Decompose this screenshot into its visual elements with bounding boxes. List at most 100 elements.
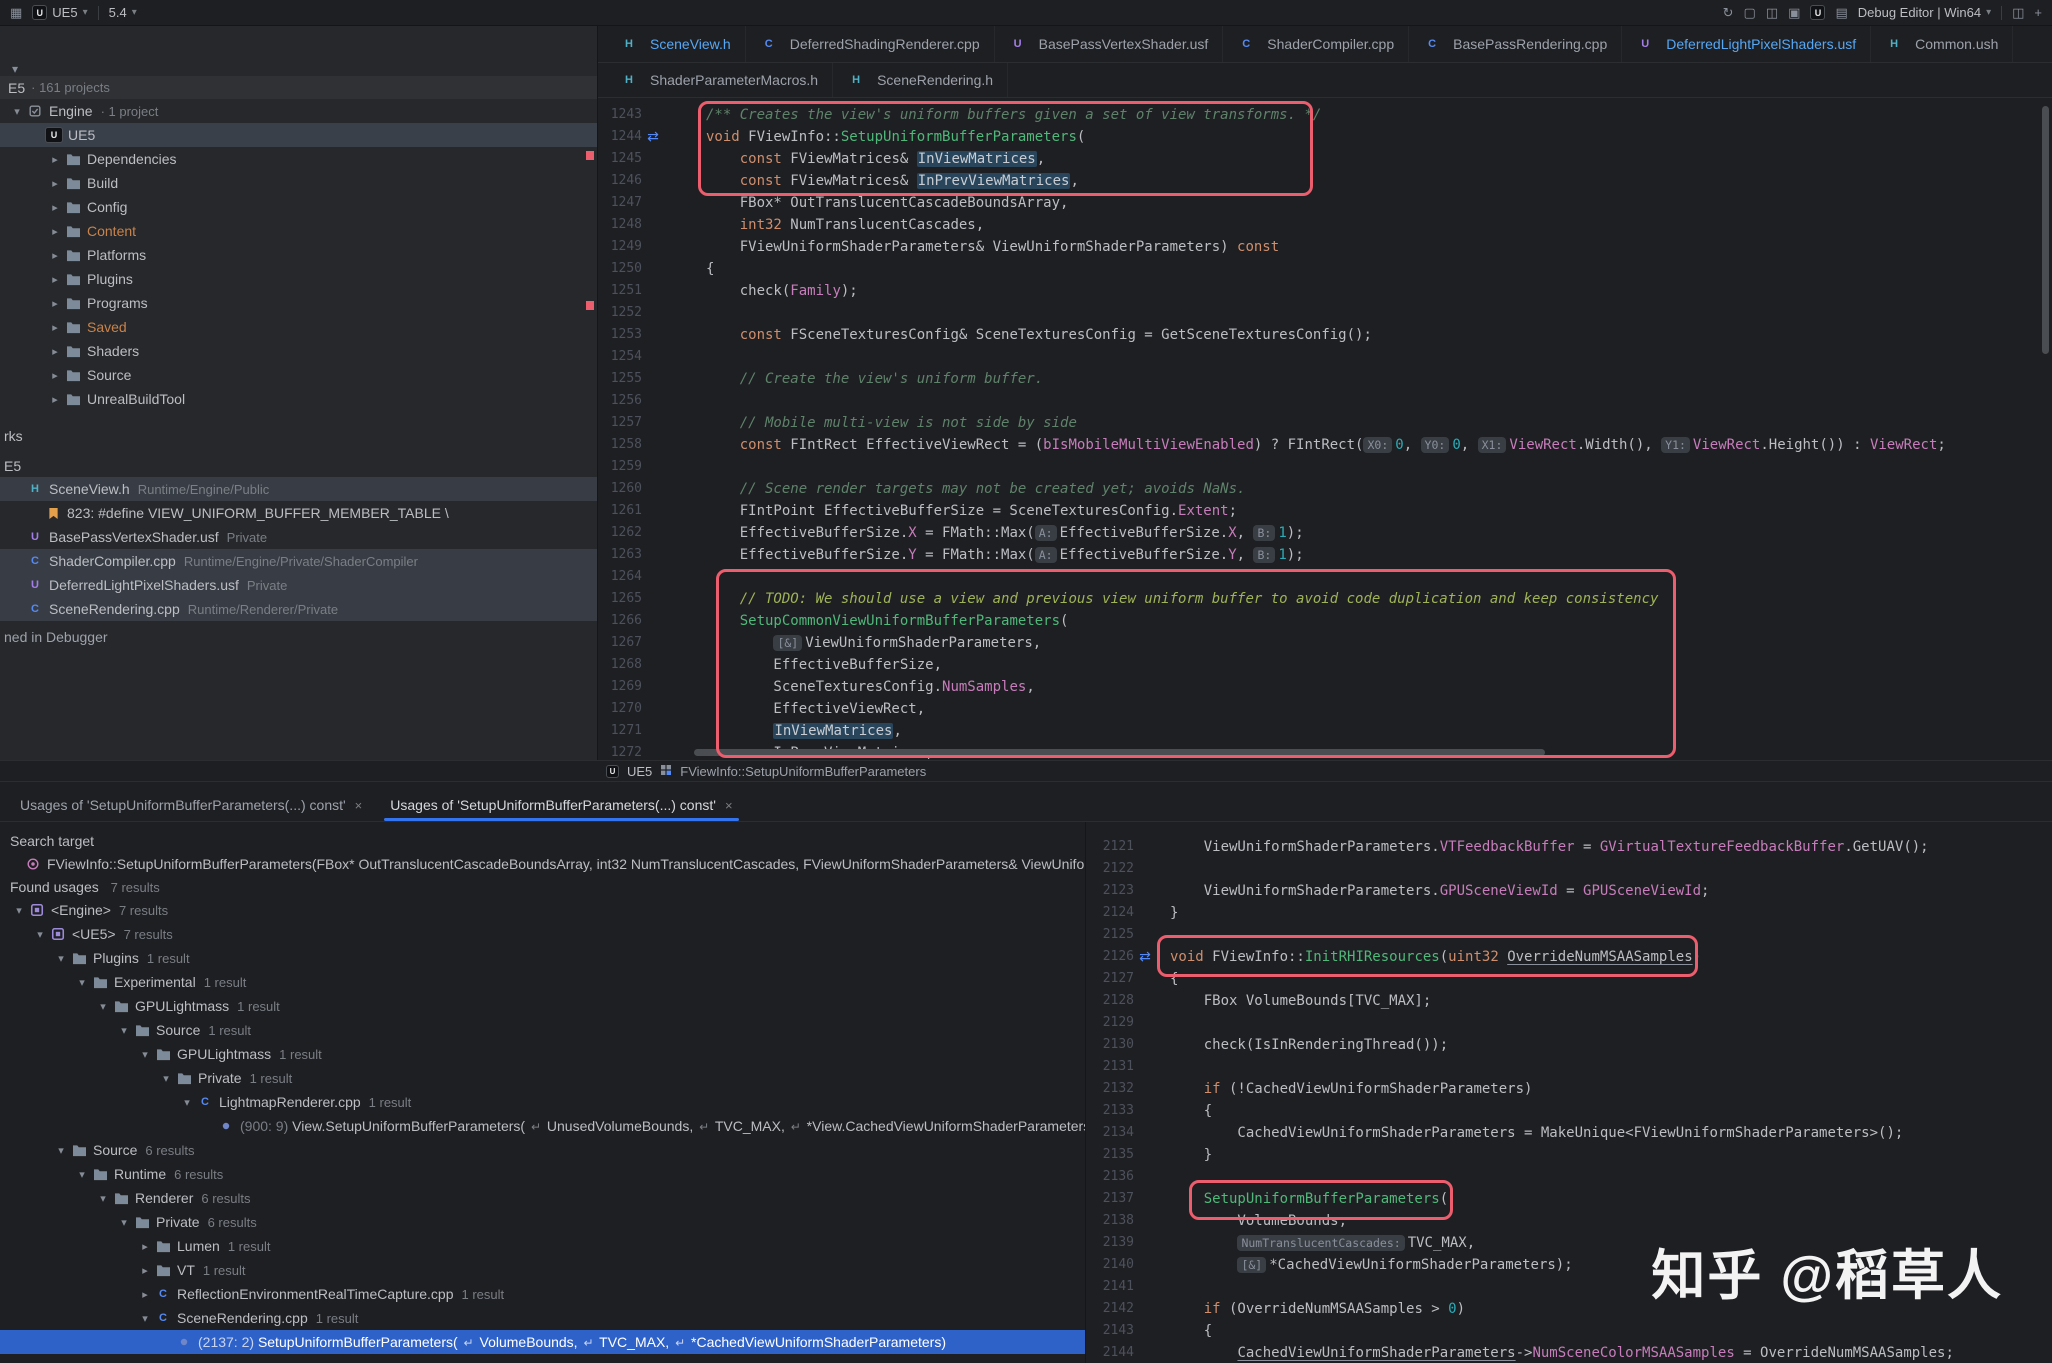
line-number[interactable]: 2125	[1100, 924, 1134, 946]
chevron-icon[interactable]: ▾	[136, 1312, 154, 1325]
search-target-signature[interactable]: FViewInfo::SetupUniformBufferParameters(…	[0, 852, 1085, 876]
line-number[interactable]: 2122	[1100, 858, 1134, 880]
code-line[interactable]: 2123 ViewUniformShaderParameters.GPUScen…	[1100, 880, 2052, 902]
project-tree-row[interactable]: ▸Shaders	[0, 339, 597, 363]
line-number[interactable]: 2140	[1100, 1254, 1134, 1276]
chevron-icon[interactable]: ▾	[157, 1072, 175, 1085]
editor-tab[interactable]: CBasePassRendering.cpp	[1409, 26, 1622, 62]
vertical-scrollbar[interactable]	[2042, 106, 2049, 354]
chevron-icon[interactable]: ▾	[31, 928, 49, 941]
usage-tree-row[interactable]: (900: 9) View.SetupUniformBufferParamete…	[0, 1114, 1085, 1138]
breadcrumb-symbol[interactable]: FViewInfo::SetupUniformBufferParameters	[680, 764, 926, 779]
code-line[interactable]: 1255 // Create the view's uniform buffer…	[598, 368, 2052, 390]
usage-tree-row[interactable]: ▸CReflectionEnvironmentRealTimeCapture.c…	[0, 1282, 1085, 1306]
chevron-icon[interactable]: ▾	[52, 1144, 70, 1157]
code-line[interactable]: 2136	[1100, 1166, 2052, 1188]
code-line[interactable]: 1261 FIntPoint EffectiveBufferSize = Sce…	[598, 500, 2052, 522]
code-line[interactable]: 1260 // Scene render targets may not be …	[598, 478, 2052, 500]
line-number[interactable]: 1272	[598, 742, 642, 760]
run-configuration-selector[interactable]: Debug Editor | Win64 ▾	[1858, 5, 1991, 20]
code-line[interactable]: 2122	[1100, 858, 2052, 880]
window-menu-icon[interactable]: ▦	[10, 5, 22, 21]
line-number[interactable]: 1265	[598, 588, 642, 610]
line-number[interactable]: 1259	[598, 456, 642, 478]
line-number[interactable]: 1253	[598, 324, 642, 346]
line-number[interactable]: 1249	[598, 236, 642, 258]
line-number[interactable]: 1256	[598, 390, 642, 412]
bottom-panel-tab[interactable]: Usages of 'SetupUniformBufferParameters(…	[378, 789, 744, 821]
line-number[interactable]: 1263	[598, 544, 642, 566]
code-line[interactable]: 1270 EffectiveViewRect,	[598, 698, 2052, 720]
project-tree-row[interactable]: ▸Build	[0, 171, 597, 195]
code-line[interactable]: 2127{	[1100, 968, 2052, 990]
usage-tree-row[interactable]: ▾GPULightmass1 result	[0, 994, 1085, 1018]
usage-tree-row[interactable]: ▾Renderer6 results	[0, 1186, 1085, 1210]
chevron-icon[interactable]: ▾	[94, 1192, 112, 1205]
chevron-icon[interactable]: ▸	[46, 225, 64, 238]
usage-tree-row[interactable]: (2137: 2) SetupUniformBufferParameters( …	[0, 1330, 1085, 1354]
code-line[interactable]: 1250{	[598, 258, 2052, 280]
code-line[interactable]: 1243/** Creates the view's uniform buffe…	[598, 104, 2052, 126]
line-number[interactable]: 1258	[598, 434, 642, 456]
project-tree-row[interactable]: ▸Dependencies	[0, 147, 597, 171]
code-line[interactable]: 1244⇄void FViewInfo::SetupUniformBufferP…	[598, 126, 2052, 148]
editor-tab[interactable]: UBasePassVertexShader.usf	[995, 26, 1224, 62]
project-tree-row[interactable]: ▸Saved	[0, 315, 597, 339]
usage-tree-row[interactable]: ▸Lumen1 result	[0, 1234, 1085, 1258]
chevron-icon[interactable]: ▸	[136, 1240, 154, 1253]
code-line[interactable]: 1247 FBox* OutTranslucentCascadeBoundsAr…	[598, 192, 2052, 214]
bookmark-row[interactable]: 823: #define VIEW_UNIFORM_BUFFER_MEMBER_…	[0, 501, 597, 525]
bookmark-row[interactable]: UDeferredLightPixelShaders.usfPrivate	[0, 573, 597, 597]
line-number[interactable]: 1248	[598, 214, 642, 236]
code-line[interactable]: 2121 ViewUniformShaderParameters.VTFeedb…	[1100, 836, 2052, 858]
line-number[interactable]: 1251	[598, 280, 642, 302]
editor-tab[interactable]: HCommon.ush	[1871, 26, 2013, 62]
line-number[interactable]: 2137	[1100, 1188, 1134, 1210]
line-number[interactable]: 1261	[598, 500, 642, 522]
line-number[interactable]: 1252	[598, 302, 642, 324]
editor-tab[interactable]: HShaderParameterMacros.h	[606, 63, 833, 97]
usage-tree-row[interactable]: ▾<Engine>7 results	[0, 898, 1085, 922]
code-line[interactable]: 2129	[1100, 1012, 2052, 1034]
chevron-icon[interactable]: ▾	[8, 105, 26, 118]
chevron-icon[interactable]: ▸	[46, 369, 64, 382]
code-line[interactable]: 1256	[598, 390, 2052, 412]
line-number[interactable]: 1262	[598, 522, 642, 544]
code-line[interactable]: 1268 EffectiveBufferSize,	[598, 654, 2052, 676]
code-line[interactable]: 2137 SetupUniformBufferParameters(	[1100, 1188, 2052, 1210]
project-tree-row[interactable]: ▸Content	[0, 219, 597, 243]
project-tree-row[interactable]: ▸Plugins	[0, 267, 597, 291]
chevron-icon[interactable]: ▸	[46, 177, 64, 190]
window-layout-icon[interactable]: ▢	[1744, 5, 1756, 21]
project-tree-row[interactable]: ▸Config	[0, 195, 597, 219]
chevron-icon[interactable]: ▸	[46, 153, 64, 166]
code-line[interactable]: 1265 // TODO: We should use a view and p…	[598, 588, 2052, 610]
usage-tree-row[interactable]: ▾CSceneRendering.cpp1 result	[0, 1306, 1085, 1330]
usage-tree-row[interactable]: ▾<UE5>7 results	[0, 922, 1085, 946]
line-number[interactable]: 2126	[1100, 946, 1134, 968]
line-number[interactable]: 2127	[1100, 968, 1134, 990]
usage-tree-row[interactable]: ▾Experimental1 result	[0, 970, 1085, 994]
line-number[interactable]: 2133	[1100, 1100, 1134, 1122]
code-line[interactable]: 2143 {	[1100, 1320, 2052, 1342]
line-number[interactable]: 1266	[598, 610, 642, 632]
line-number[interactable]: 2135	[1100, 1144, 1134, 1166]
bookmarks-group-label[interactable]: E5	[0, 455, 597, 477]
line-number[interactable]: 2131	[1100, 1056, 1134, 1078]
usage-tree-row[interactable]: ▾Runtime6 results	[0, 1162, 1085, 1186]
editor-tab[interactable]: CDeferredShadingRenderer.cpp	[746, 26, 995, 62]
usage-tree-row[interactable]: ▾Plugins1 result	[0, 946, 1085, 970]
chevron-icon[interactable]: ▸	[46, 321, 64, 334]
breadcrumb-module[interactable]: UE5	[627, 764, 652, 779]
line-number[interactable]: 2138	[1100, 1210, 1134, 1232]
unreal-link-icon[interactable]: U	[1810, 5, 1825, 20]
usage-tree-row[interactable]: ▾Source1 result	[0, 1018, 1085, 1042]
code-line[interactable]: 1254	[598, 346, 2052, 368]
layout-icon[interactable]: ◫	[2012, 5, 2024, 21]
code-line[interactable]: 1245 const FViewMatrices& InViewMatrices…	[598, 148, 2052, 170]
chevron-icon[interactable]: ▸	[46, 297, 64, 310]
line-number[interactable]: 1255	[598, 368, 642, 390]
usage-tree-row[interactable]: ▾CLightmapRenderer.cpp1 result	[0, 1090, 1085, 1114]
chevron-icon[interactable]: ▾	[178, 1096, 196, 1109]
tab-close-icon[interactable]: ×	[355, 798, 363, 813]
